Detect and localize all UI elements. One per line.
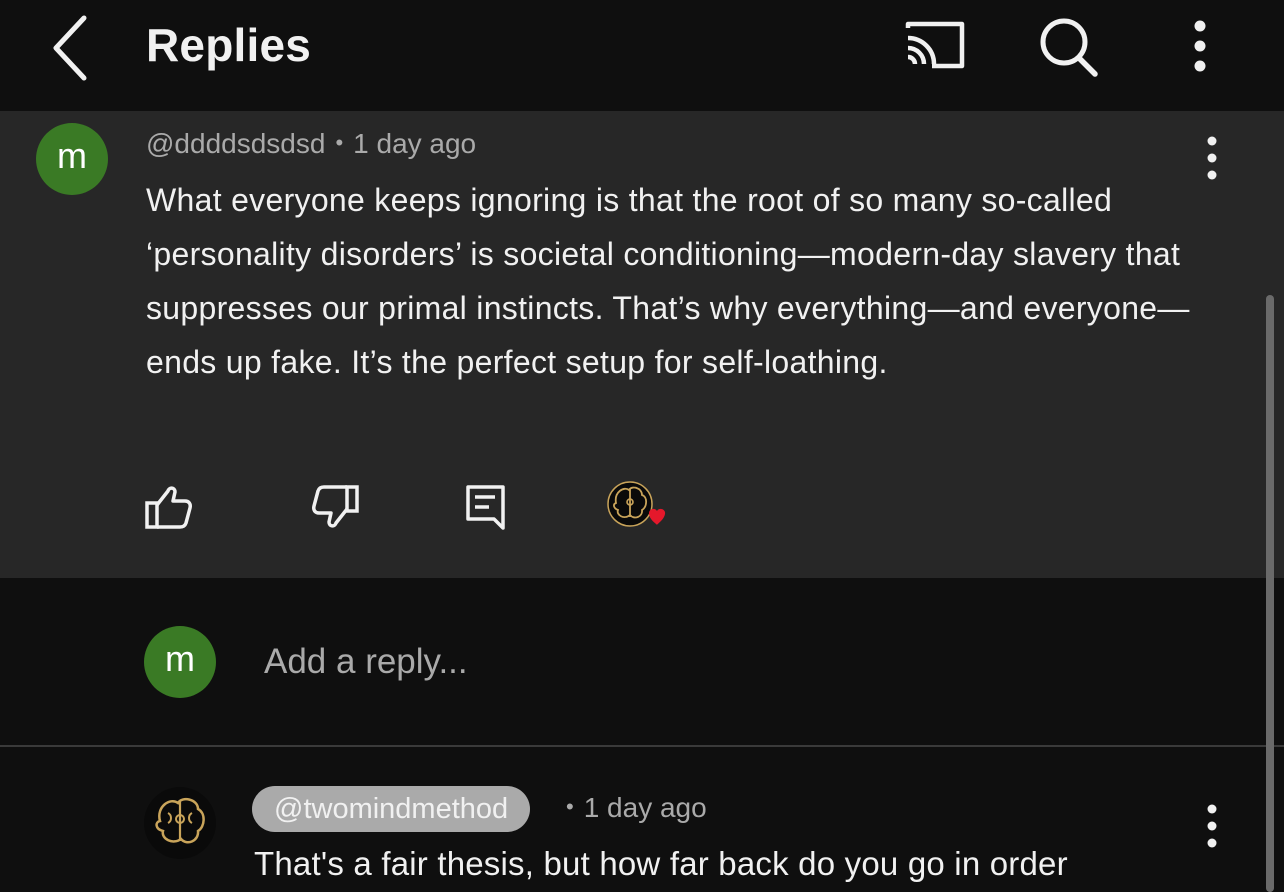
avatar[interactable]: m: [36, 123, 108, 195]
comment-timestamp: 1 day ago: [353, 128, 477, 159]
brain-avatar-icon[interactable]: [144, 787, 216, 859]
parent-comment: m @ddddsdsdsd • 1 day ago What everyone ke…: [0, 111, 1284, 578]
comment-text: That's a fair thesis, but how far back d…: [254, 845, 1068, 882]
comment-meta: • 1 day ago: [556, 792, 707, 824]
reply-input[interactable]: Add a reply...: [264, 636, 1164, 688]
meta-separator: •: [566, 794, 574, 819]
reply-icon[interactable]: [462, 481, 510, 533]
search-icon[interactable]: [1032, 12, 1104, 82]
back-chevron-icon[interactable]: [42, 12, 102, 84]
cast-icon[interactable]: [898, 14, 972, 80]
author-handle-chip[interactable]: @twomindmethod: [252, 786, 531, 832]
dislike-icon[interactable]: [310, 481, 362, 533]
comment-actions: [0, 471, 800, 551]
top-app-bar: Replies: [0, 0, 1284, 111]
reply-comment: @twomindmethod • 1 day ago That's a fair …: [0, 747, 1284, 892]
more-vert-icon[interactable]: [1176, 14, 1224, 80]
avatar: m: [144, 626, 216, 698]
scrollbar[interactable]: [1266, 295, 1274, 892]
like-icon[interactable]: [142, 481, 194, 533]
comment-text: What everyone keeps ignoring is that the…: [146, 182, 1190, 380]
comment-meta: @ddddsdsdsd • 1 day ago: [146, 128, 476, 160]
comment-timestamp: 1 day ago: [583, 792, 707, 823]
author-handle[interactable]: @ddddsdsdsd: [146, 128, 325, 159]
comment-more-icon[interactable]: [1192, 131, 1232, 187]
add-reply-row: m Add a reply...: [0, 578, 1284, 746]
page-title: Replies: [146, 19, 312, 71]
creator-heart-icon: [604, 477, 674, 541]
meta-separator: •: [335, 130, 344, 155]
